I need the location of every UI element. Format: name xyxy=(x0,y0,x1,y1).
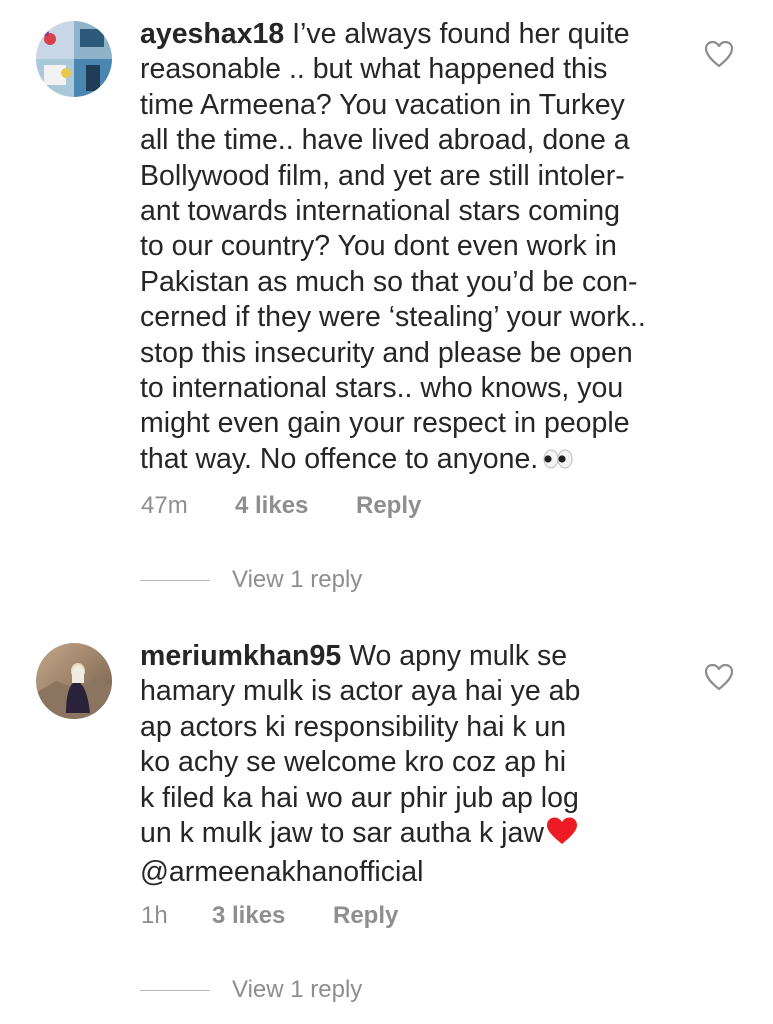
avatar[interactable] xyxy=(36,643,112,719)
username[interactable]: meriumkhan95 xyxy=(140,640,341,672)
like-heart-icon[interactable] xyxy=(703,662,735,692)
comment-line: Pakistan as much so that you’d be con- xyxy=(140,265,638,298)
comment-line: stop this insecurity and please be open xyxy=(140,336,633,369)
comment-line: ap actors ki responsibility hai k un xyxy=(140,710,567,743)
comment-ayeshax18: ayeshax18 I’ve always found her quite re… xyxy=(0,0,773,610)
view-replies-button[interactable]: View 1 reply xyxy=(140,973,362,1007)
comment-timestamp: 47m xyxy=(141,492,188,519)
comment-line: k filed ka hai wo aur phir jub ap log xyxy=(140,781,579,814)
like-heart-icon[interactable] xyxy=(703,39,735,69)
comment-text: meriumkhan95 Wo apny mulk se hamary mulk… xyxy=(140,639,680,891)
avatar[interactable] xyxy=(36,21,112,97)
comment-line: Wo apny mulk se xyxy=(349,640,568,672)
comment-line: might even gain your respect in people xyxy=(140,407,630,440)
comment-line: reasonable .. but what happened this xyxy=(140,53,608,86)
reply-button[interactable]: Reply xyxy=(356,492,421,520)
comment-line: ant towards international stars coming xyxy=(140,195,620,228)
comment-line: time Armeena? You vacation in Turkey xyxy=(140,88,625,121)
replies-divider xyxy=(140,579,210,581)
comment-line: that way. No offence to anyone. xyxy=(140,442,539,475)
comment-line: cerned if they were ‘stealing’ your work… xyxy=(140,301,646,334)
comment-meta: 47m 4 likes Reply xyxy=(141,489,421,523)
eyes-emoji-icon xyxy=(542,444,574,479)
likes-count[interactable]: 4 likes xyxy=(235,492,340,520)
comment-text: ayeshax18 I’ve always found her quite re… xyxy=(140,17,680,479)
view-replies-label: View 1 reply xyxy=(232,976,363,1003)
comment-line: Bollywood film, and yet are still intole… xyxy=(140,159,625,192)
comment-line: all the time.. have lived abroad, done a xyxy=(140,124,630,157)
view-replies-label: View 1 reply xyxy=(232,566,363,593)
comment-line: hamary mulk is actor aya hai ye ab xyxy=(140,675,581,708)
comment-line: I’ve always found her quite xyxy=(292,18,630,50)
replies-divider xyxy=(140,989,210,991)
comment-meta: 1h 3 likes Reply xyxy=(141,899,398,933)
comment-line: to international stars.. who knows, you xyxy=(140,372,624,405)
reply-button[interactable]: Reply xyxy=(333,902,398,930)
comment-line: un k mulk jaw to sar autha k jaw xyxy=(140,817,544,850)
username[interactable]: ayeshax18 xyxy=(140,18,284,50)
comment-line: ko achy se welcome kro coz ap hi xyxy=(140,746,567,779)
likes-count[interactable]: 3 likes xyxy=(212,902,317,930)
comment-timestamp: 1h xyxy=(141,902,168,929)
comment-line: to our country? You dont even work in xyxy=(140,230,617,263)
view-replies-button[interactable]: View 1 reply xyxy=(140,563,362,597)
red-heart-emoji-icon xyxy=(545,816,579,855)
mention-link[interactable]: @armeenakhanofficial xyxy=(140,855,680,890)
comment-meriumkhan95: meriumkhan95 Wo apny mulk se hamary mulk… xyxy=(0,610,773,1024)
